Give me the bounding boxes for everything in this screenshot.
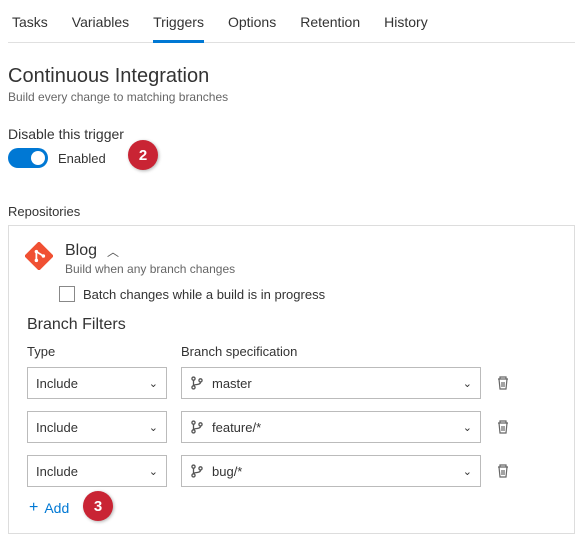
tab-options[interactable]: Options (228, 8, 276, 42)
branch-value: feature/* (212, 420, 261, 435)
delete-icon[interactable] (495, 375, 511, 391)
tab-bar: Tasks Variables Triggers Options Retenti… (8, 8, 575, 43)
tab-tasks[interactable]: Tasks (12, 8, 48, 42)
toggle-label: Disable this trigger (8, 126, 575, 142)
enable-toggle[interactable] (8, 148, 48, 168)
branch-value: bug/* (212, 464, 242, 479)
tab-triggers[interactable]: Triggers (153, 8, 204, 43)
delete-icon[interactable] (495, 419, 511, 435)
repositories-label: Repositories (8, 204, 575, 219)
branch-filters-table: Type Branch specification Include ⌄ mast… (27, 344, 558, 517)
branch-select[interactable]: bug/* ⌄ (181, 455, 481, 487)
tab-history[interactable]: History (384, 8, 428, 42)
branch-icon (190, 464, 204, 478)
type-value: Include (36, 464, 78, 479)
section-subtitle: Build every change to matching branches (8, 90, 575, 104)
delete-icon[interactable] (495, 463, 511, 479)
type-value: Include (36, 420, 78, 435)
toggle-state-label: Enabled (58, 151, 106, 166)
repo-subtitle: Build when any branch changes (65, 262, 235, 276)
filter-row: Include ⌄ bug/* ⌄ (27, 455, 558, 487)
branch-select[interactable]: master ⌄ (181, 367, 481, 399)
type-select[interactable]: Include ⌄ (27, 455, 167, 487)
chevron-down-icon: ⌄ (149, 421, 158, 434)
batch-checkbox[interactable] (59, 286, 75, 302)
branch-value: master (212, 376, 252, 391)
add-label: Add (44, 500, 69, 516)
header-type: Type (27, 344, 167, 359)
chevron-down-icon: ⌄ (149, 465, 158, 478)
chevron-down-icon: ⌄ (463, 421, 472, 434)
type-select[interactable]: Include ⌄ (27, 367, 167, 399)
plus-icon: + (29, 499, 38, 517)
add-filter-button[interactable]: + Add 3 (29, 499, 558, 517)
branch-icon (190, 376, 204, 390)
repo-name: Blog (65, 242, 97, 260)
filter-row: Include ⌄ master ⌄ (27, 367, 558, 399)
callout-badge-3: 3 (83, 491, 113, 521)
filter-row: Include ⌄ feature/* ⌄ (27, 411, 558, 443)
batch-label: Batch changes while a build is in progre… (83, 287, 325, 302)
git-icon (25, 242, 53, 270)
tab-retention[interactable]: Retention (300, 8, 360, 42)
chevron-up-icon: ︿ (107, 243, 119, 260)
callout-badge-2: 2 (128, 140, 158, 170)
type-value: Include (36, 376, 78, 391)
repo-header-toggle[interactable]: Blog ︿ (65, 242, 235, 260)
repository-panel: Blog ︿ Build when any branch changes Bat… (8, 225, 575, 534)
chevron-down-icon: ⌄ (463, 377, 472, 390)
branch-filters-title: Branch Filters (27, 316, 558, 334)
branch-icon (190, 420, 204, 434)
chevron-down-icon: ⌄ (149, 377, 158, 390)
tab-variables[interactable]: Variables (72, 8, 129, 42)
header-branch: Branch specification (181, 344, 481, 359)
branch-select[interactable]: feature/* ⌄ (181, 411, 481, 443)
section-title: Continuous Integration (8, 65, 575, 88)
chevron-down-icon: ⌄ (463, 465, 472, 478)
type-select[interactable]: Include ⌄ (27, 411, 167, 443)
